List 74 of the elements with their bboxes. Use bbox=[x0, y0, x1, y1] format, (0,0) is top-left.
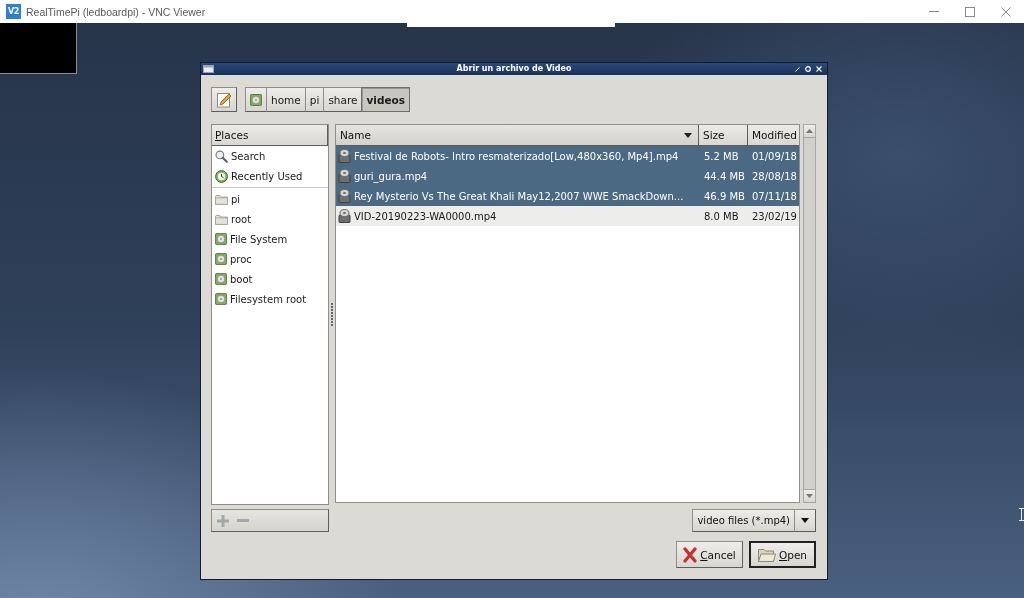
file-name: Rey Mysterio Vs The Great Khali May12,2007 WWE SmackDown... bbox=[354, 190, 684, 202]
modified-date: 23/02/19 bbox=[752, 210, 797, 222]
places-item[interactable]: Search bbox=[212, 146, 328, 166]
circle-icon[interactable] bbox=[805, 66, 811, 72]
scroll-down-button[interactable] bbox=[804, 489, 815, 502]
down-arrow-icon bbox=[806, 494, 813, 498]
path-button[interactable]: videos bbox=[361, 87, 411, 112]
minus-icon bbox=[237, 519, 249, 522]
column-header[interactable]: Modified bbox=[748, 125, 799, 146]
places-item[interactable]: boot bbox=[212, 269, 328, 289]
file-size: 46.9 MB bbox=[704, 190, 745, 202]
video-file-icon bbox=[338, 189, 351, 203]
splitter-handle[interactable] bbox=[331, 303, 333, 326]
video-file-icon bbox=[338, 209, 351, 223]
file-name: guri_gura.mp4 bbox=[354, 170, 428, 182]
window-title: RealTimePi (ledboardpi) - VNC Viewer bbox=[26, 5, 206, 18]
folder-icon bbox=[215, 213, 228, 225]
modified-date: 01/09/18 bbox=[752, 150, 797, 162]
folder-icon bbox=[215, 193, 228, 205]
drive-icon bbox=[215, 253, 227, 265]
search-icon bbox=[215, 149, 228, 163]
edit-icon bbox=[216, 91, 232, 108]
modified-date: 28/08/18 bbox=[752, 170, 797, 182]
filter-dropdown[interactable]: video files (*.mp4) bbox=[692, 509, 816, 532]
diagonal-line-icon[interactable] bbox=[795, 66, 800, 72]
places-item[interactable]: Filesystem root bbox=[212, 289, 328, 309]
file-row[interactable]: Festival de Robots- Intro resmaterizado[Low,480x360, Mp4].mp4 5.2 MB 01/09/18 bbox=[336, 146, 799, 166]
up-arrow-icon bbox=[806, 129, 813, 133]
places-item[interactable]: Recently Used bbox=[212, 166, 328, 186]
file-size: 8.0 MB bbox=[704, 210, 739, 222]
file-name: VID-20190223-WA0000.mp4 bbox=[354, 210, 497, 222]
window-icon[interactable] bbox=[203, 65, 214, 73]
plus-icon bbox=[217, 514, 229, 527]
video-file-icon bbox=[338, 169, 351, 183]
close-icon bbox=[1001, 6, 1011, 17]
places-item[interactable]: root bbox=[212, 209, 328, 229]
drive-icon bbox=[250, 93, 262, 106]
video-file-icon bbox=[338, 149, 351, 163]
modified-date: 07/11/18 bbox=[752, 190, 797, 202]
folder-icon bbox=[757, 547, 776, 562]
cross-icon bbox=[683, 546, 698, 563]
path-button[interactable]: home bbox=[266, 87, 306, 112]
drive-icon bbox=[215, 233, 227, 245]
file-row[interactable]: VID-20190223-WA0000.mp4 8.0 MB 23/02/19 bbox=[336, 206, 799, 226]
scroll-up-button[interactable] bbox=[804, 125, 815, 138]
dropdown-arrow-icon bbox=[801, 518, 809, 523]
drive-icon bbox=[215, 273, 227, 285]
dialog-title: Abrir un archivo de Video bbox=[456, 63, 572, 75]
maximize-icon bbox=[965, 6, 975, 17]
sort-arrow-icon bbox=[684, 132, 692, 138]
file-size: 44.4 MB bbox=[704, 170, 745, 182]
places-item[interactable]: proc bbox=[212, 249, 328, 269]
text-cursor-icon bbox=[1019, 508, 1024, 521]
file-row[interactable]: Rey Mysterio Vs The Great Khali May12,2007 WWE SmackDown... 46.9 MB 07/11/18 bbox=[336, 186, 799, 206]
app-logo: V2 bbox=[6, 4, 21, 19]
column-header[interactable]: Size bbox=[699, 125, 748, 146]
file-size: 5.2 MB bbox=[704, 150, 739, 162]
file-name: Festival de Robots- Intro resmaterizado[Low,480x360, Mp4].mp4 bbox=[354, 150, 679, 162]
open-button[interactable]: Open bbox=[749, 541, 816, 568]
edit-button[interactable] bbox=[211, 87, 237, 112]
minimize-icon bbox=[929, 11, 939, 12]
file-row[interactable]: guri_gura.mp4 44.4 MB 28/08/18 bbox=[336, 166, 799, 186]
close-icon[interactable] bbox=[816, 66, 822, 72]
places-item[interactable]: File System bbox=[212, 229, 328, 249]
path-button[interactable]: share bbox=[323, 87, 363, 112]
toolbar-handle[interactable] bbox=[407, 23, 615, 27]
column-header[interactable]: Name bbox=[336, 125, 699, 146]
path-root-button[interactable] bbox=[245, 87, 267, 112]
clock-icon bbox=[215, 169, 228, 183]
drive-icon bbox=[215, 293, 227, 305]
scrollbar[interactable] bbox=[803, 124, 816, 503]
places-header[interactable]: Places bbox=[212, 125, 328, 146]
places-item[interactable]: pi bbox=[212, 189, 328, 209]
cancel-button[interactable]: Cancel bbox=[676, 541, 743, 568]
